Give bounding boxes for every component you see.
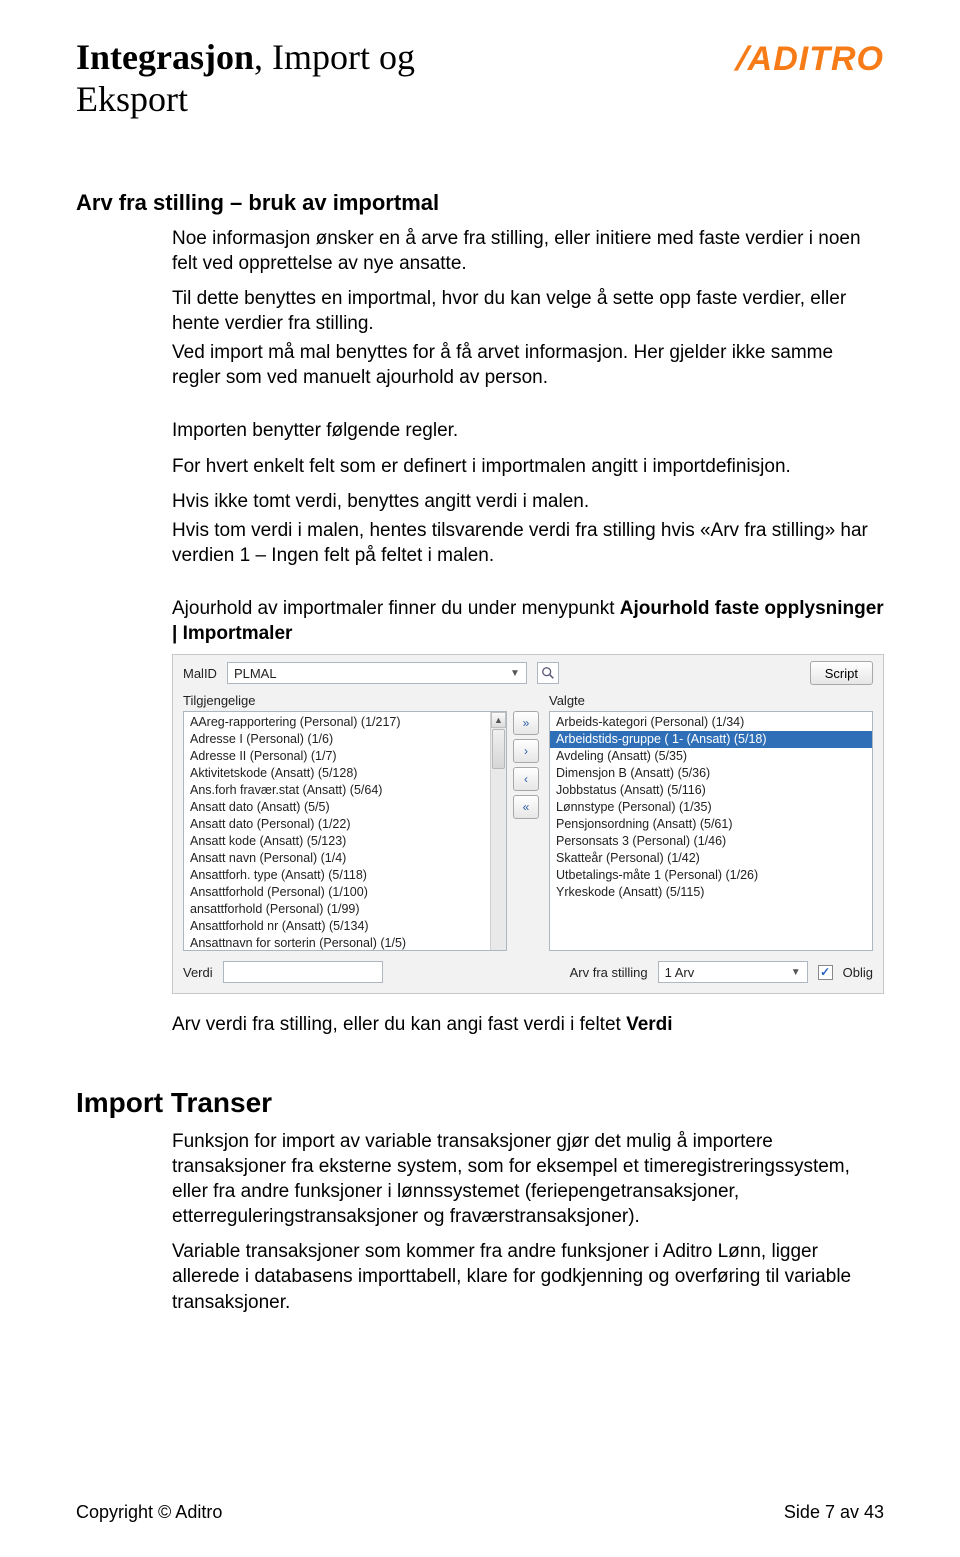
page-title: Integrasjon, Import og Eksport: [76, 36, 415, 120]
list-item[interactable]: Adresse II (Personal) (1/7): [184, 748, 506, 765]
script-button[interactable]: Script: [810, 661, 873, 685]
move-left-all-button[interactable]: «: [513, 795, 539, 819]
list-item[interactable]: Ans.forh fravær.stat (Ansatt) (5/64): [184, 782, 506, 799]
paragraph: Noe informasjon ønsker en å arve fra sti…: [172, 226, 884, 276]
heading-arv-fra-stilling: Arv fra stilling – bruk av importmal: [76, 190, 884, 216]
list-item[interactable]: Ansatt dato (Personal) (1/22): [184, 816, 506, 833]
arv-label: Arv fra stilling: [570, 965, 648, 980]
copyright: Copyright © Aditro: [76, 1502, 222, 1523]
move-right-button[interactable]: ›: [513, 739, 539, 763]
paragraph: Funksjon for import av variable transaks…: [172, 1129, 884, 1229]
arv-combo[interactable]: 1 Arv ▼: [658, 961, 808, 983]
title-rest: , Import og: [254, 37, 415, 77]
list-item[interactable]: Arbeidstids-gruppe ( 1- (Ansatt) (5/18): [550, 731, 872, 748]
list-item[interactable]: Jobbstatus (Ansatt) (5/116): [550, 782, 872, 799]
paragraph: Ved import må mal benyttes for å få arve…: [172, 340, 884, 390]
list-item[interactable]: ansattforhold (Personal) (1/99): [184, 901, 506, 918]
malid-label: MalID: [183, 666, 217, 681]
list-item[interactable]: Ansattnavn for sorterin (Personal) (1/5): [184, 935, 506, 951]
list-item[interactable]: Personsats 3 (Personal) (1/46): [550, 833, 872, 850]
move-left-button[interactable]: ‹: [513, 767, 539, 791]
available-listbox[interactable]: AAreg-rapportering (Personal) (1/217)Adr…: [183, 711, 507, 951]
page-number: Side 7 av 43: [784, 1502, 884, 1523]
list-item[interactable]: Yrkeskode (Ansatt) (5/115): [550, 884, 872, 901]
paragraph: For hvert enkelt felt som er definert i …: [172, 454, 884, 479]
list-item[interactable]: AAreg-rapportering (Personal) (1/217): [184, 714, 506, 731]
list-item[interactable]: Ansatt dato (Ansatt) (5/5): [184, 799, 506, 816]
list-item[interactable]: Lønnstype (Personal) (1/35): [550, 799, 872, 816]
page-footer: Copyright © Aditro Side 7 av 43: [76, 1502, 884, 1523]
scroll-up-icon[interactable]: ▲: [491, 712, 506, 728]
paragraph: Variable transaksjoner som kommer fra an…: [172, 1239, 884, 1314]
malid-value: PLMAL: [234, 666, 277, 681]
title-bold: Integrasjon: [76, 37, 254, 77]
paragraph: Importen benytter følgende regler.: [172, 418, 884, 443]
chevron-down-icon: ▼: [510, 668, 520, 679]
heading-import-transer: Import Transer: [76, 1087, 884, 1119]
oblig-label: Oblig: [843, 965, 873, 980]
scroll-thumb[interactable]: [492, 729, 505, 769]
selected-listbox[interactable]: Arbeids-kategori (Personal) (1/34)Arbeid…: [549, 711, 873, 951]
paragraph: Hvis tom verdi i malen, hentes tilsvaren…: [172, 518, 884, 568]
list-item[interactable]: Adresse I (Personal) (1/6): [184, 731, 506, 748]
oblig-checkbox[interactable]: ✓: [818, 965, 833, 980]
list-item[interactable]: Utbetalings-måte 1 (Personal) (1/26): [550, 867, 872, 884]
paragraph: Hvis ikke tomt verdi, benyttes angitt ve…: [172, 489, 884, 514]
transfer-buttons: » › ‹ «: [513, 693, 543, 951]
malid-combo[interactable]: PLMAL ▼: [227, 662, 527, 684]
importmaler-panel: MalID PLMAL ▼ Script Tilgjengelige AAreg…: [172, 654, 884, 994]
title-line2: Eksport: [76, 78, 415, 120]
list-item[interactable]: Avdeling (Ansatt) (5/35): [550, 748, 872, 765]
verdi-label: Verdi: [183, 965, 213, 980]
move-right-all-button[interactable]: »: [513, 711, 539, 735]
list-item[interactable]: Skatteår (Personal) (1/42): [550, 850, 872, 867]
list-item[interactable]: Ansattforhold (Personal) (1/100): [184, 884, 506, 901]
paragraph: Til dette benyttes en importmal, hvor du…: [172, 286, 884, 336]
arv-value: 1 Arv: [665, 965, 695, 980]
search-icon[interactable]: [537, 662, 559, 684]
list-item[interactable]: Ansattforhold nr (Ansatt) (5/134): [184, 918, 506, 935]
list-item[interactable]: Ansatt kode (Ansatt) (5/123): [184, 833, 506, 850]
list-item[interactable]: Arbeids-kategori (Personal) (1/34): [550, 714, 872, 731]
list-item[interactable]: Ansattforh. type (Ansatt) (5/118): [184, 867, 506, 884]
list-item[interactable]: Aktivitetskode (Ansatt) (5/128): [184, 765, 506, 782]
logo-text: ADITRO: [748, 40, 884, 78]
available-label: Tilgjengelige: [183, 693, 507, 708]
selected-label: Valgte: [549, 693, 873, 708]
paragraph: Ajourhold av importmaler finner du under…: [172, 596, 884, 646]
logo: /ADITRO: [737, 40, 884, 79]
list-item[interactable]: Ansatt navn (Personal) (1/4): [184, 850, 506, 867]
paragraph: Arv verdi fra stilling, eller du kan ang…: [172, 1012, 884, 1037]
chevron-down-icon: ▼: [791, 967, 801, 978]
list-item[interactable]: Dimensjon B (Ansatt) (5/36): [550, 765, 872, 782]
list-item[interactable]: Pensjonsordning (Ansatt) (5/61): [550, 816, 872, 833]
scrollbar[interactable]: ▲: [490, 712, 506, 950]
verdi-input[interactable]: [223, 961, 383, 983]
